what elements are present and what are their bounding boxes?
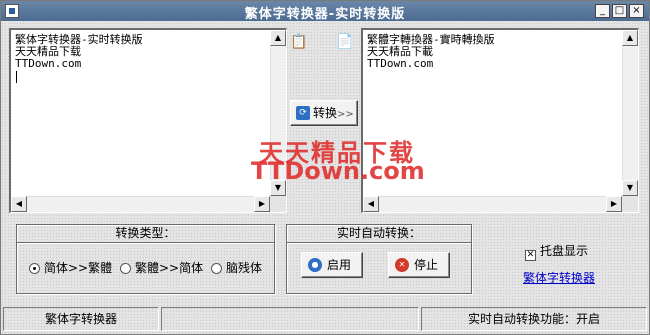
radio-label: 脑残体 — [226, 261, 263, 275]
result-vertical-scrollbar[interactable]: ▲ ▼ — [622, 30, 638, 196]
convert-label: 转换 — [313, 106, 338, 120]
source-horizontal-scrollbar[interactable]: ◀ ▶ — [11, 196, 270, 212]
scroll-down-arrow-icon[interactable]: ▼ — [622, 180, 638, 196]
stop-label: 停止 — [414, 258, 439, 272]
radio-selected-icon — [29, 263, 40, 274]
copy-icon[interactable]: 📄 — [334, 31, 356, 53]
result-text-content: 繁體字轉換器-實時轉換版 天天精品下載 TTDown.com — [367, 34, 620, 70]
window-title: 繁体字转换器-实时转换版 — [244, 7, 406, 22]
result-horizontal-scrollbar[interactable]: ◀ ▶ — [363, 196, 622, 212]
text-caret — [16, 71, 17, 83]
radio-label: 简体>>繁體 — [44, 261, 113, 275]
scroll-corner — [270, 196, 286, 212]
source-line: TTDown.com — [15, 57, 82, 70]
stop-icon: ✕ — [395, 258, 409, 272]
scroll-up-arrow-icon[interactable]: ▲ — [270, 30, 286, 46]
maximize-button[interactable]: □ — [612, 4, 627, 18]
scroll-right-arrow-icon[interactable]: ▶ — [254, 196, 270, 212]
title-bar[interactable]: 繁体字转换器-实时转换版 _ □ × — [1, 1, 649, 22]
status-auto-convert: 实时自动转换功能：开启 — [421, 307, 647, 331]
clipboard-icon[interactable]: 📋 — [288, 31, 310, 53]
minimize-button[interactable]: _ — [595, 4, 610, 18]
scroll-left-arrow-icon[interactable]: ◀ — [11, 196, 27, 212]
status-app-name: 繁体字转换器 — [3, 307, 159, 331]
source-text-content: 繁体字转换器-实时转换版 天天精品下载 TTDown.com — [15, 34, 268, 70]
conversion-type-group: 转换类型： 简体>>繁體 繁體>>简体 脑残体 — [16, 224, 275, 294]
app-link[interactable]: 繁体字转换器 — [523, 269, 595, 286]
stop-button[interactable]: ✕ 停止 — [388, 252, 450, 278]
radio-unselected-icon — [120, 263, 131, 274]
radio-traditional-to-simplified[interactable]: 繁體>>简体 — [120, 261, 203, 275]
result-text-area[interactable]: 繁體字轉換器-實時轉換版 天天精品下載 TTDown.com ▲ ▼ ◀ ▶ — [361, 28, 639, 213]
enable-icon: ● — [308, 258, 322, 272]
tray-display-checkbox[interactable]: ✕ 托盘显示 — [525, 244, 588, 261]
enable-label: 启用 — [327, 258, 352, 272]
radio-unselected-icon — [211, 263, 222, 274]
auto-convert-title: 实时自动转换： — [287, 225, 471, 243]
radio-simplified-to-traditional[interactable]: 简体>>繁體 — [29, 261, 112, 275]
enable-button[interactable]: ● 启用 — [301, 252, 363, 278]
radio-label: 繁體>>简体 — [135, 261, 204, 275]
scroll-right-arrow-icon[interactable]: ▶ — [606, 196, 622, 212]
convert-arrow-text: >> — [337, 109, 354, 120]
checkbox-checked-icon: ✕ — [525, 250, 536, 261]
radio-naocan-style[interactable]: 脑残体 — [211, 261, 262, 275]
scroll-corner — [622, 196, 638, 212]
conversion-type-title: 转换类型： — [17, 225, 274, 243]
source-text-area[interactable]: 繁体字转换器-实时转换版 天天精品下载 TTDown.com ▲ ▼ ◀ ▶ — [9, 28, 287, 213]
auto-convert-group: 实时自动转换： ● 启用 ✕ 停止 — [286, 224, 472, 294]
convert-icon: ⟳ — [296, 106, 310, 120]
status-empty-cell — [161, 307, 419, 331]
status-bar: 繁体字转换器 实时自动转换功能：开启 — [3, 307, 647, 331]
result-line: TTDown.com — [367, 57, 434, 70]
close-button[interactable]: × — [629, 4, 644, 18]
convert-button[interactable]: ⟳ 转换>> — [290, 100, 358, 126]
scroll-up-arrow-icon[interactable]: ▲ — [622, 30, 638, 46]
main-window: 繁体字转换器-实时转换版 _ □ × 繁体字转换器-实时转换版 天天精品下载 TTD… — [0, 0, 650, 335]
watermark-site: TTDown.com — [251, 157, 425, 185]
tray-label: 托盘显示 — [540, 244, 589, 258]
scroll-left-arrow-icon[interactable]: ◀ — [363, 196, 379, 212]
